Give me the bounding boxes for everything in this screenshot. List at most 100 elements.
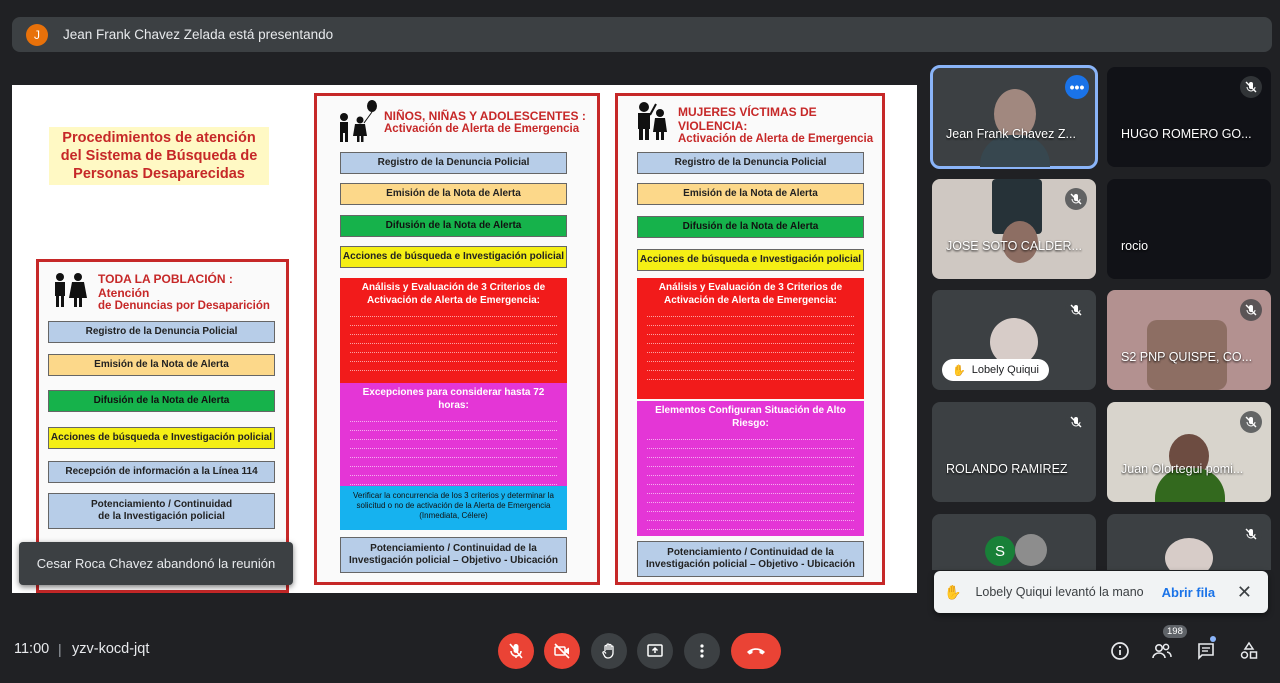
present-screen-icon: [647, 644, 663, 657]
participant-avatar: [1165, 538, 1213, 570]
more-options-button[interactable]: [684, 633, 720, 669]
column3-subtitle: Activación de Alerta de Emergencia: [678, 133, 874, 145]
mic-off-icon: [1240, 76, 1262, 98]
participant-tile[interactable]: Juan Olortegui pomi...: [1107, 402, 1271, 502]
col2-final-step: Potenciamiento / Continuidad de la Inves…: [340, 537, 567, 573]
col3-criteria-box: Análisis y Evaluación de 3 Criterios de …: [637, 278, 864, 399]
col2-step: Acciones de búsqueda e Investigación pol…: [340, 246, 567, 268]
participant-name: S2 PNP QUISPE, CO...: [1121, 350, 1253, 364]
participant-name: rocio: [1121, 239, 1149, 253]
hand-icon: [602, 643, 614, 659]
slide-title: Procedimientos de atención del Sistema d…: [49, 127, 269, 185]
activities-button[interactable]: [1237, 639, 1261, 663]
chat-icon: [1198, 643, 1214, 660]
mic-off-icon: [1240, 523, 1262, 545]
close-icon[interactable]: ✕: [1237, 582, 1252, 603]
meeting-info-button[interactable]: [1108, 639, 1132, 663]
participant-tile[interactable]: ••• Jean Frank Chavez Z...: [930, 65, 1098, 169]
col1-step: Acciones de búsqueda e Investigación pol…: [48, 427, 275, 449]
col3-final-step: Potenciamiento / Continuidad de la Inves…: [637, 541, 864, 577]
people-icon: [55, 273, 87, 307]
more-options-icon[interactable]: •••: [1065, 75, 1089, 99]
col1-step: Difusión de la Nota de Alerta: [48, 390, 275, 412]
col3-high-risk-box: Elementos Configuran Situación de Alto R…: [637, 401, 864, 536]
mic-off-icon: [1240, 411, 1262, 433]
col3-step: Difusión de la Nota de Alerta: [637, 216, 864, 238]
participant-tile[interactable]: [1107, 514, 1271, 570]
col3-high-risk-title: Elementos Configuran Situación de Alto R…: [655, 405, 846, 429]
info-icon: [1111, 642, 1129, 660]
participant-name: Jean Frank Chavez Z...: [946, 127, 1076, 141]
chat-notification-dot: [1210, 636, 1216, 642]
col2-exceptions-box: Excepciones para considerar hasta 72 hor…: [340, 383, 567, 486]
violence-victim-icon: [638, 102, 667, 140]
col2-criteria-box: Análisis y Evaluación de 3 Criterios de …: [340, 278, 567, 383]
column2-title: NIÑOS, NIÑAS Y ADOLESCENTES :: [384, 109, 586, 123]
camera-off-icon: [554, 643, 570, 659]
column1-title: TODA LA POBLACIÓN : Atención: [98, 272, 233, 300]
col2-verify-box: Verificar la concurrencia de los 3 crite…: [340, 486, 567, 530]
participant-tile[interactable]: rocio: [1107, 179, 1271, 279]
participant-tile[interactable]: S: [932, 514, 1096, 570]
hang-up-icon: [747, 648, 765, 655]
col3-step: Acciones de búsqueda e Investigación pol…: [637, 249, 864, 271]
participant-avatar: [1015, 534, 1047, 566]
column1-header: TODA LA POBLACIÓN : Atención de Denuncia…: [50, 272, 280, 312]
col1-step: Registro de la Denuncia Policial: [48, 321, 275, 343]
col3-step: Emisión de la Nota de Alerta: [637, 183, 864, 205]
participant-name: Juan Olortegui pomi...: [1121, 462, 1244, 476]
column2-header: NIÑOS, NIÑAS Y ADOLESCENTES : Activación…: [334, 99, 594, 143]
bottom-toolbar: 11:00 | yzv-kocd-jqt 198: [0, 625, 1280, 683]
people-icon: [1152, 643, 1172, 659]
col3-step: Registro de la Denuncia Policial: [637, 152, 864, 174]
more-vert-icon: [700, 644, 704, 658]
mic-off-icon: [1065, 188, 1087, 210]
col2-step: Registro de la Denuncia Policial: [340, 152, 567, 174]
camera-toggle-button[interactable]: [544, 633, 580, 669]
col1-step: Emisión de la Nota de Alerta: [48, 354, 275, 376]
shared-slide: Procedimientos de atención del Sistema d…: [12, 85, 917, 593]
participant-left-toast: Cesar Roca Chavez abandonó la reunión: [19, 542, 293, 585]
people-count-badge: 198: [1163, 625, 1187, 638]
leave-call-button[interactable]: [731, 633, 781, 669]
participant-name: HUGO ROMERO GO...: [1121, 127, 1252, 141]
mic-off-icon: [1065, 411, 1087, 433]
col1-step: Recepción de información a la Línea 114: [48, 461, 275, 483]
participant-tile[interactable]: HUGO ROMERO GO...: [1107, 67, 1271, 167]
participant-name: JOSE SOTO CALDER...: [946, 239, 1082, 253]
mic-toggle-button[interactable]: [498, 633, 534, 669]
meeting-code: yzv-kocd-jqt: [72, 641, 150, 657]
mic-off-icon: [1240, 299, 1262, 321]
col2-step: Difusión de la Nota de Alerta: [340, 215, 567, 237]
col3-criteria-title: Análisis y Evaluación de 3 Criterios de …: [658, 282, 843, 306]
raised-hand-pill: ✋ Lobely Quiqui: [942, 359, 1049, 381]
presenter-banner: J Jean Frank Chavez Zelada está presenta…: [12, 17, 1272, 52]
col2-step: Emisión de la Nota de Alerta: [340, 183, 567, 205]
column1-subtitle: de Denuncias por Desaparición: [98, 300, 270, 312]
participant-tile[interactable]: S2 PNP QUISPE, CO...: [1107, 290, 1271, 390]
hand-icon: ✋: [952, 364, 966, 377]
col1-step: Potenciamiento / Continuidad de la Inves…: [48, 493, 275, 529]
chat-button[interactable]: [1194, 639, 1218, 663]
col2-criteria-title: Análisis y Evaluación de 3 Criterios de …: [361, 282, 546, 306]
participant-tile[interactable]: ✋ Lobely Quiqui: [932, 290, 1096, 390]
hand-raised-toast: ✋ Lobely Quiqui levantó la mano Abrir fi…: [934, 571, 1268, 613]
mic-off-icon: [509, 643, 523, 659]
children-balloon-icon: [340, 100, 377, 142]
present-button[interactable]: [637, 633, 673, 669]
hand-icon: ✋: [944, 583, 962, 600]
column2-subtitle: Activación de Alerta de Emergencia: [384, 123, 580, 135]
col2-exceptions-title: Excepciones para considerar hasta 72 hor…: [362, 387, 545, 411]
column3-title: MUJERES VÍCTIMAS DE VIOLENCIA:: [678, 105, 817, 133]
meeting-clock: 11:00: [14, 641, 50, 657]
people-button[interactable]: [1150, 639, 1174, 663]
activities-icon: [1240, 641, 1258, 659]
separator: |: [58, 641, 62, 657]
presenter-avatar: J: [26, 23, 48, 46]
column3-header: MUJERES VÍCTIMAS DE VIOLENCIA: Activació…: [632, 99, 882, 145]
participant-tile[interactable]: ROLANDO RAMIREZ: [932, 402, 1096, 502]
presenter-text: Jean Frank Chavez Zelada está presentand…: [63, 27, 334, 42]
open-queue-button[interactable]: Abrir fila: [1162, 585, 1215, 600]
raise-hand-button[interactable]: [591, 633, 627, 669]
participant-tile[interactable]: JOSE SOTO CALDER...: [932, 179, 1096, 279]
